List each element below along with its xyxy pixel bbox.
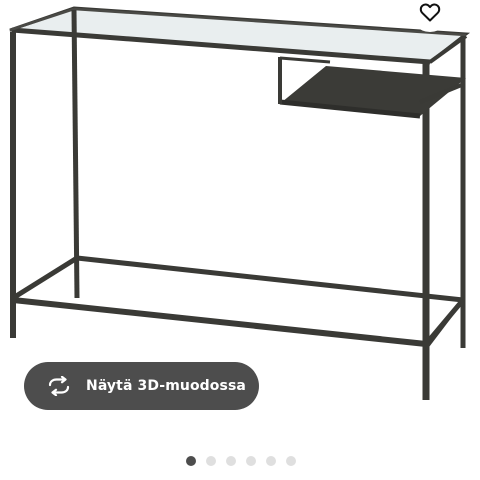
- pagination-dot[interactable]: [226, 456, 236, 466]
- pagination-dot[interactable]: [246, 456, 256, 466]
- pagination-dot[interactable]: [206, 456, 216, 466]
- heart-outline-icon: [419, 3, 441, 22]
- pagination-dot[interactable]: [266, 456, 276, 466]
- pagination-dot-active[interactable]: [186, 456, 196, 466]
- product-image-viewer: Näytä 3D-muodossa: [0, 0, 480, 480]
- view-in-3d-label: Näytä 3D-muodossa: [86, 378, 246, 394]
- pagination-dot[interactable]: [286, 456, 296, 466]
- image-pagination: [0, 456, 480, 468]
- rotate-arrows-icon: [46, 376, 72, 396]
- view-in-3d-button[interactable]: Näytä 3D-muodossa: [24, 362, 259, 410]
